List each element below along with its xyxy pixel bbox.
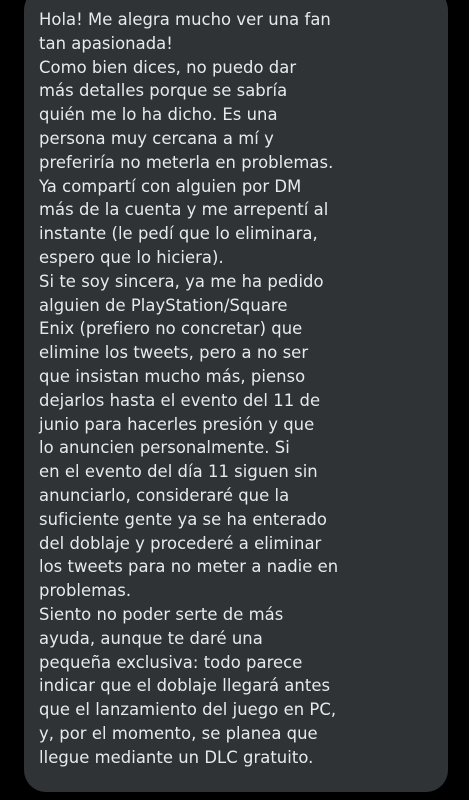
message-line: pequeña exclusiva: todo parece [39,652,303,672]
message-line: lo anuncien personalmente. Si [39,438,290,458]
message-line: alguien de PlayStation/Square [39,295,288,315]
message-line: más detalles porque se sabría [39,81,288,101]
message-line: Hola! Me alegra mucho ver una fan [39,10,331,29]
message-line: problemas. [39,581,132,601]
message-line: preferiría no meterla en problemas. [39,152,334,172]
message-line: que insistan mucho más, pienso [39,366,306,386]
message-line: junio para hacerles presión y que [39,414,315,434]
message-line: del doblaje y procederé a eliminar [39,533,322,553]
message-line: ayuda, aunque te daré una [39,628,263,648]
message-line: más de la cuenta y me arrepentí al [39,200,329,220]
message-line: suficiente gente ya se ha enterado [39,509,327,529]
message-text: Hola! Me alegra mucho ver una fan tan ap… [39,8,440,770]
message-bubble[interactable]: Hola! Me alegra mucho ver una fan tan ap… [24,0,448,792]
dm-conversation-view: Hola! Me alegra mucho ver una fan tan ap… [0,0,469,800]
message-line: Enix (prefiero no concretar) que [39,319,303,339]
message-line: los tweets para no meter a nadie en [39,557,339,577]
message-line: y, por el momento, se planea que [39,723,318,743]
message-line: tan apasionada! [39,33,173,53]
message-line: llegue mediante un DLC gratuito. [39,747,314,767]
message-line: persona muy cercana a mí y [39,128,274,148]
message-line: en el evento del día 11 siguen sin [39,462,318,482]
message-line: espero que lo hiciera). [39,247,224,267]
message-line: elimine los tweets, pero a no ser [39,343,309,363]
message-line: Si te soy sincera, ya me ha pedido [39,271,324,291]
message-line: anunciarlo, consideraré que la [39,485,290,505]
message-line: que el lanzamiento del juego en PC, [39,700,337,720]
message-line: Siento no poder serte de más [39,604,284,624]
message-line: Como bien dices, no puedo dar [39,57,297,77]
message-line: instante (le pedí que lo eliminara, [39,224,318,244]
message-line: dejarlos hasta el evento del 11 de [39,390,321,410]
message-line: indicar que el doblaje llegará antes [39,676,331,696]
message-line: quién me lo ha dicho. Es una [39,105,278,125]
message-line: Ya compartí con alguien por DM [39,176,302,196]
